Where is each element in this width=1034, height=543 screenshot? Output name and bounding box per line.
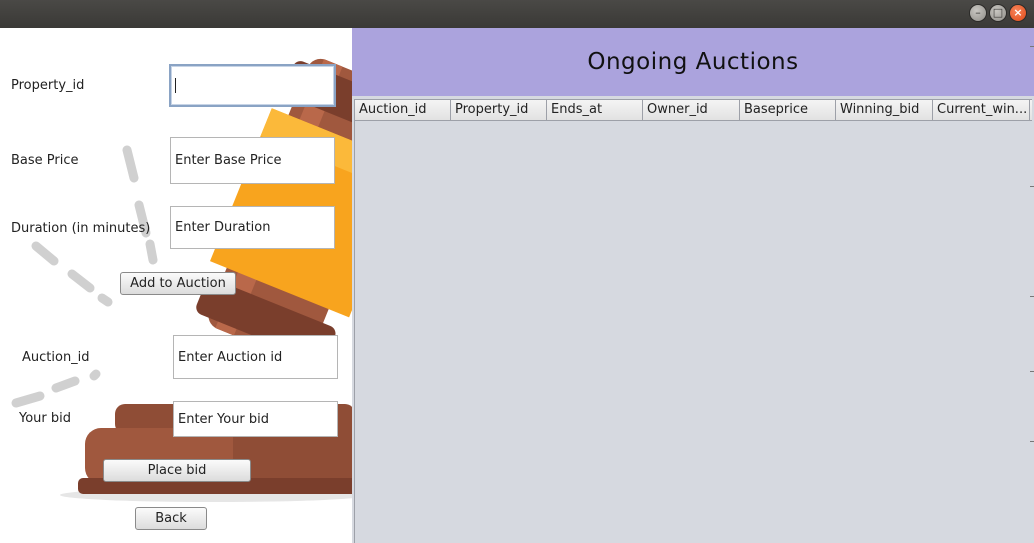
column-header[interactable]: Ends_at bbox=[547, 100, 643, 120]
auction-id-label: Auction_id bbox=[22, 350, 90, 365]
back-button[interactable]: Back bbox=[135, 507, 207, 530]
window-titlebar: – □ × bbox=[0, 0, 1034, 28]
base-price-input[interactable]: Enter Base Price bbox=[170, 137, 335, 184]
column-header[interactable]: Current_win... bbox=[933, 100, 1030, 120]
property-id-input[interactable] bbox=[169, 64, 336, 107]
text-caret bbox=[175, 78, 176, 93]
base-price-label: Base Price bbox=[11, 153, 79, 168]
column-header[interactable]: Winning_bid bbox=[836, 100, 933, 120]
window-edge bbox=[1030, 36, 1034, 541]
property-id-label: Property_id bbox=[11, 78, 85, 93]
duration-input[interactable]: Enter Duration bbox=[170, 206, 335, 249]
column-header[interactable]: Baseprice bbox=[740, 100, 836, 120]
place-bid-button[interactable]: Place bid bbox=[103, 459, 251, 482]
duration-label: Duration (in minutes) bbox=[11, 221, 151, 236]
ongoing-auctions-title: Ongoing Auctions bbox=[352, 28, 1034, 96]
add-to-auction-button[interactable]: Add to Auction bbox=[120, 272, 236, 295]
column-header[interactable]: Owner_id bbox=[643, 100, 740, 120]
close-icon[interactable]: × bbox=[1010, 5, 1026, 21]
column-header[interactable]: Property_id bbox=[451, 100, 547, 120]
auctions-panel: Ongoing Auctions Auction_id Property_id … bbox=[352, 28, 1034, 543]
auction-id-input[interactable]: Enter Auction id bbox=[173, 335, 338, 379]
maximize-icon[interactable]: □ bbox=[990, 5, 1006, 21]
auction-form-panel: Property_id Base Price Enter Base Price … bbox=[0, 28, 352, 543]
table-header: Auction_id Property_id Ends_at Owner_id … bbox=[355, 99, 1032, 121]
minimize-icon[interactable]: – bbox=[970, 5, 986, 21]
auctions-table[interactable]: Auction_id Property_id Ends_at Owner_id … bbox=[354, 99, 1032, 543]
column-header[interactable]: Auction_id bbox=[355, 100, 451, 120]
your-bid-input[interactable]: Enter Your bid bbox=[173, 401, 338, 437]
your-bid-label: Your bid bbox=[19, 411, 71, 426]
